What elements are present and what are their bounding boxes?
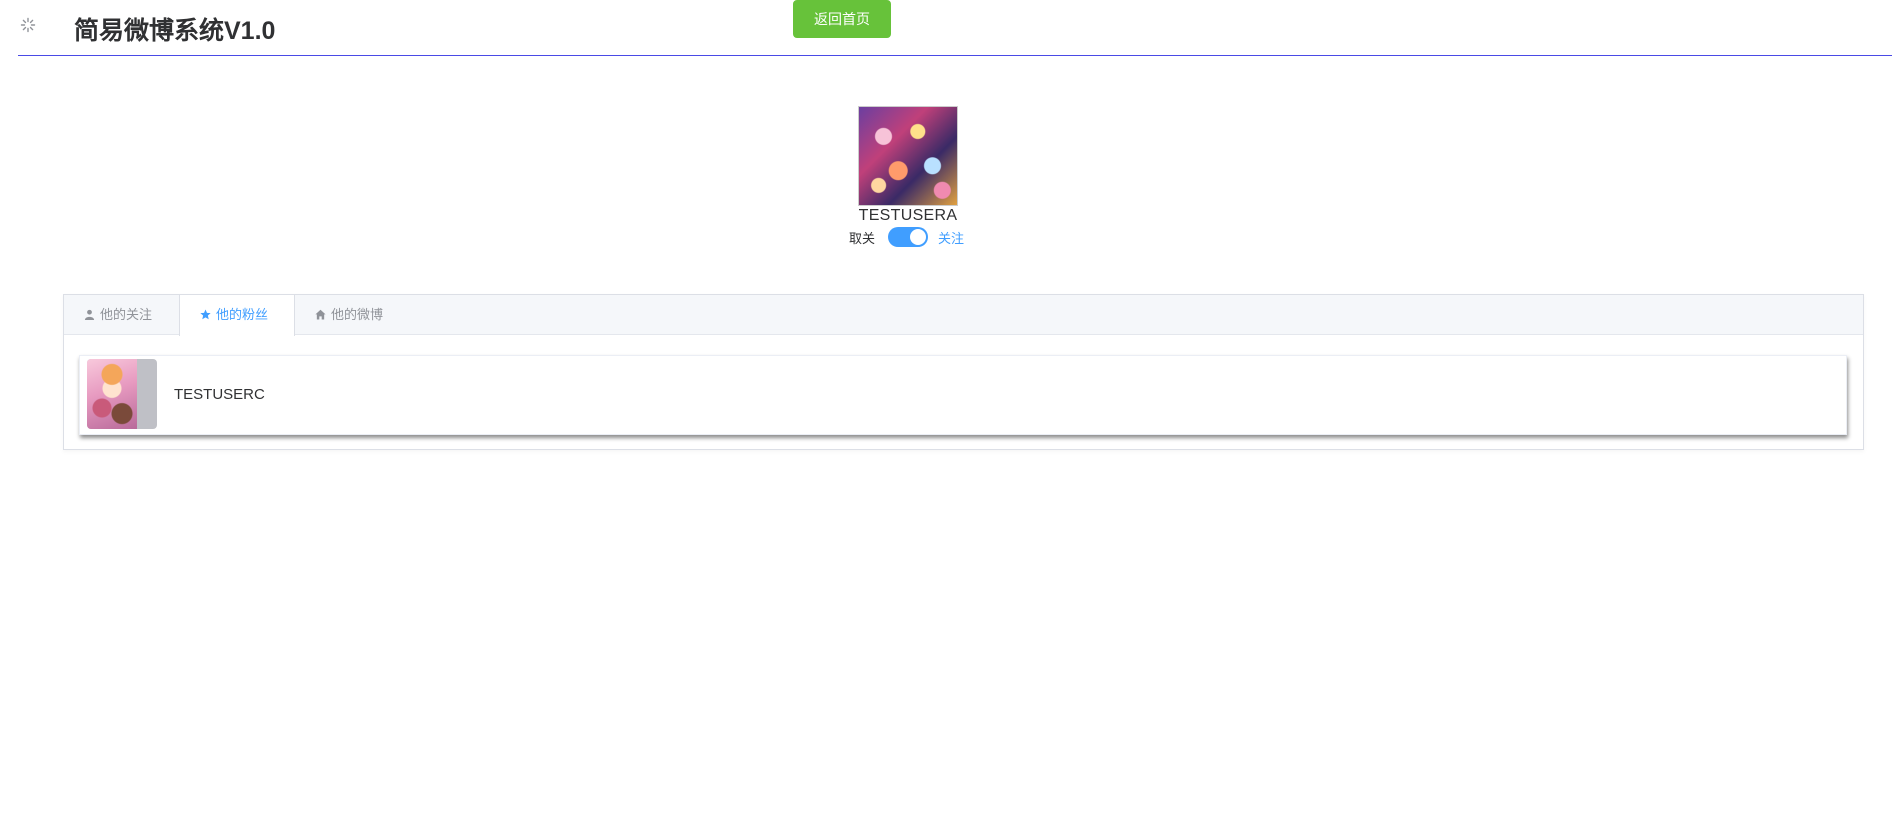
tab-fans[interactable]: 他的粉丝	[179, 295, 295, 336]
star-icon	[200, 309, 211, 320]
tab-weibo-label: 他的微博	[331, 307, 384, 322]
loading-spinner-icon	[20, 17, 36, 33]
tab-fans-label: 他的粉丝	[216, 307, 269, 322]
tab-weibo[interactable]: 他的微博	[295, 295, 403, 335]
profile-username: TESTUSERA	[858, 207, 958, 224]
home-button[interactable]: 返回首页	[793, 0, 891, 38]
user-icon	[84, 309, 95, 320]
home-icon	[315, 309, 326, 320]
tab-following[interactable]: 他的关注	[64, 295, 172, 335]
fan-username[interactable]: TESTUSERC	[174, 386, 265, 403]
avatar-image	[87, 359, 137, 429]
header: 简易微博系统V1.0 返回首页	[18, 0, 1892, 56]
tabs-header: 他的关注 他的粉丝 他的微博	[64, 295, 1863, 336]
follow-switch-knob	[910, 229, 926, 245]
follow-toggle-row: 取关 关注	[849, 225, 979, 247]
unfollow-label[interactable]: 取关	[849, 228, 875, 247]
app-title: 简易微博系统V1.0	[74, 17, 276, 45]
avatar	[87, 359, 157, 429]
tab-following-label: 他的关注	[100, 307, 153, 322]
follow-switch[interactable]	[888, 227, 928, 247]
list-item[interactable]: TESTUSERC	[79, 355, 1847, 435]
profile-avatar	[858, 106, 958, 206]
tabs-card: 他的关注 他的粉丝 他的微博 TESTUSERC	[63, 294, 1864, 450]
follow-label[interactable]: 关注	[938, 228, 964, 247]
